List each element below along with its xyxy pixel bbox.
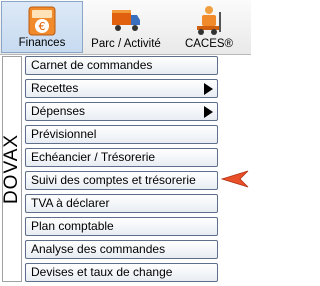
menu-item-depenses[interactable]: Dépenses	[25, 102, 218, 121]
forklift-icon	[197, 6, 221, 35]
menu-item-label: TVA à déclarer	[31, 196, 110, 210]
menu-item-label: Prévisionnel	[31, 127, 97, 141]
menu-item-label: Analyse des commandes	[31, 242, 166, 256]
truck-icon	[112, 10, 140, 31]
menu-item-previsionnel[interactable]: Prévisionnel	[25, 125, 218, 144]
sidebar-title: DOVAX	[1, 133, 22, 205]
menu-item-suivi-des-comptes[interactable]: Suivi des comptes et trésorerie	[25, 171, 218, 190]
pointer-arrow-icon	[221, 170, 249, 188]
menu-item-tva-a-declarer[interactable]: TVA à déclarer	[25, 194, 218, 213]
tab-label: Finances	[18, 37, 66, 49]
menu-item-label: Dépenses	[31, 104, 86, 118]
menu-item-label: Carnet de commandes	[31, 58, 153, 72]
tab-label: CACES®	[184, 38, 234, 50]
menu-item-devises-et-taux-de-change[interactable]: Devises et taux de change	[25, 263, 218, 282]
menu-item-label: Devises et taux de change	[31, 265, 173, 279]
menu-item-label: Plan comptable	[31, 219, 114, 233]
menu-item-label: Suivi des comptes et trésorerie	[31, 173, 196, 187]
svg-text:€: €	[39, 20, 46, 33]
submenu-arrow-icon	[204, 83, 213, 95]
module-toolbar: € Finances Parc / Activité CACES®	[0, 0, 251, 55]
menu-item-echeancier-tresorerie[interactable]: Echéancier / Trésorerie	[25, 148, 218, 167]
menu-item-plan-comptable[interactable]: Plan comptable	[25, 217, 218, 236]
menu-item-recettes[interactable]: Recettes	[25, 79, 218, 98]
submenu-arrow-icon	[204, 106, 213, 118]
calculator-euro-icon: €	[28, 6, 56, 36]
menu-item-carnet-de-commandes[interactable]: Carnet de commandes	[25, 56, 218, 75]
tab-parc-activite[interactable]: Parc / Activité	[85, 1, 167, 53]
menu-item-label: Recettes	[31, 81, 79, 95]
tab-finances[interactable]: € Finances	[1, 1, 83, 53]
tab-caces[interactable]: CACES®	[169, 1, 249, 53]
tab-label: Parc / Activité	[91, 38, 161, 50]
menu-item-label: Echéancier / Trésorerie	[31, 150, 156, 164]
sidebar-dovax: DOVAX	[1, 56, 22, 282]
menu-item-analyse-des-commandes[interactable]: Analyse des commandes	[25, 240, 218, 259]
